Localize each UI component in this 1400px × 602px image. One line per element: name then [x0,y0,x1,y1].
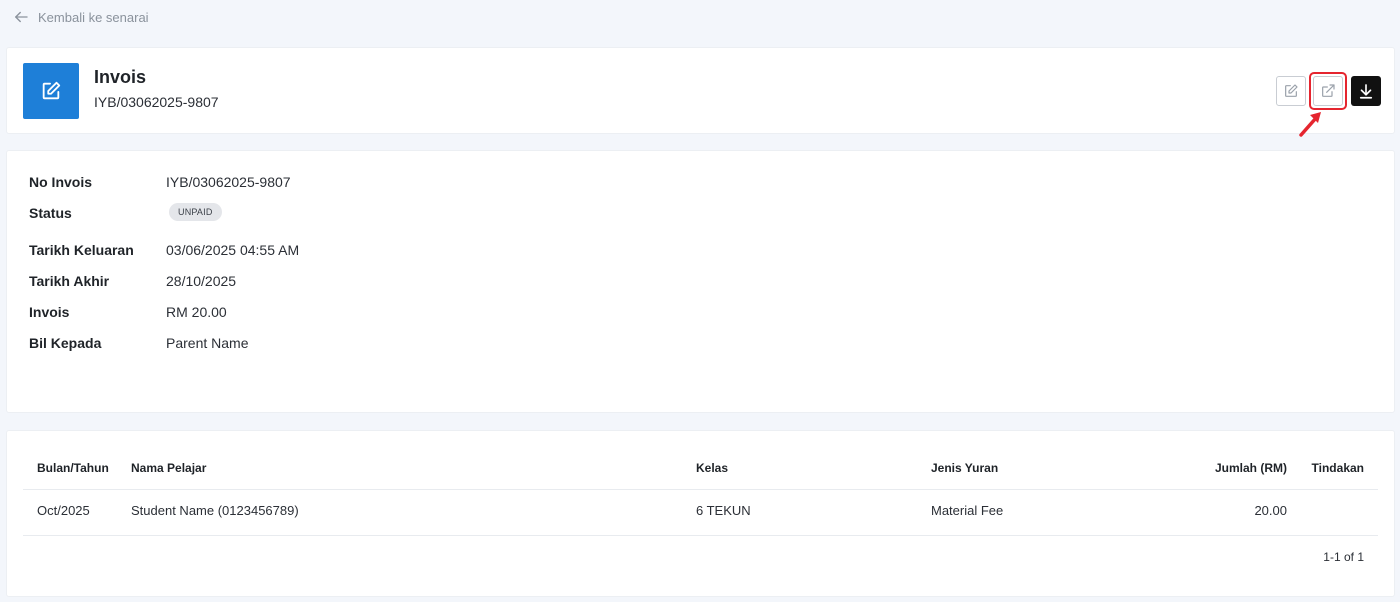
arrow-left-icon [15,11,28,23]
invoice-details-card: No Invois IYB/03062025-9807 Status UNPAI… [6,150,1395,413]
detail-value: 28/10/2025 [166,273,237,289]
download-button[interactable] [1351,76,1381,106]
open-external-button[interactable] [1313,76,1343,106]
back-to-list-link[interactable]: Kembali ke senarai [12,8,149,26]
column-header-month[interactable]: Bulan/Tahun [37,461,109,475]
cell-amount: 20.00 [1254,503,1287,518]
table-header-row: Bulan/Tahun Nama Pelajar Kelas Jenis Yur… [7,461,1394,491]
edit-button[interactable] [1276,76,1306,106]
pagination-info: 1-1 of 1 [1323,550,1364,564]
download-icon [1359,84,1373,99]
edit-document-icon [42,81,61,100]
back-label: Kembali ke senarai [38,9,149,25]
cell-month: Oct/2025 [37,503,90,518]
external-link-icon [1322,84,1335,97]
status-badge: UNPAID [169,203,222,221]
detail-label: Status [29,205,72,221]
detail-value: RM 20.00 [166,304,227,320]
row-divider [23,535,1378,536]
column-header-action: Tindakan [1311,461,1364,475]
detail-value: Parent Name [166,335,249,351]
detail-value: 03/06/2025 04:55 AM [166,242,300,258]
detail-value: IYB/03062025-9807 [166,174,291,190]
invoice-header-card: Invois IYB/03062025-9807 [6,47,1395,137]
invoice-items-table: Bulan/Tahun Nama Pelajar Kelas Jenis Yur… [6,430,1395,597]
cell-student: Student Name (0123456789) [131,503,299,518]
column-header-student[interactable]: Nama Pelajar [131,461,206,475]
detail-label: No Invois [29,174,93,190]
invoice-icon-tile [23,63,79,119]
column-header-class[interactable]: Kelas [696,461,728,475]
edit-icon [1285,84,1298,97]
cell-class: 6 TEKUN [696,503,751,518]
cell-fee-type: Material Fee [931,503,1004,518]
column-header-amount[interactable]: Jumlah (RM) [1215,461,1287,475]
header-divider [23,489,1378,490]
detail-label: Tarikh Keluaran [29,242,134,258]
detail-label: Invois [29,304,70,320]
detail-label: Bil Kepada [29,335,102,351]
invoice-number-subtitle: IYB/03062025-9807 [94,94,219,110]
page-title: Invois [94,67,147,87]
pointer-arrow-icon [1299,112,1321,137]
table-row: Oct/2025 Student Name (0123456789) 6 TEK… [7,503,1394,533]
detail-label: Tarikh Akhir [29,273,110,289]
column-header-fee-type[interactable]: Jenis Yuran [931,461,998,475]
